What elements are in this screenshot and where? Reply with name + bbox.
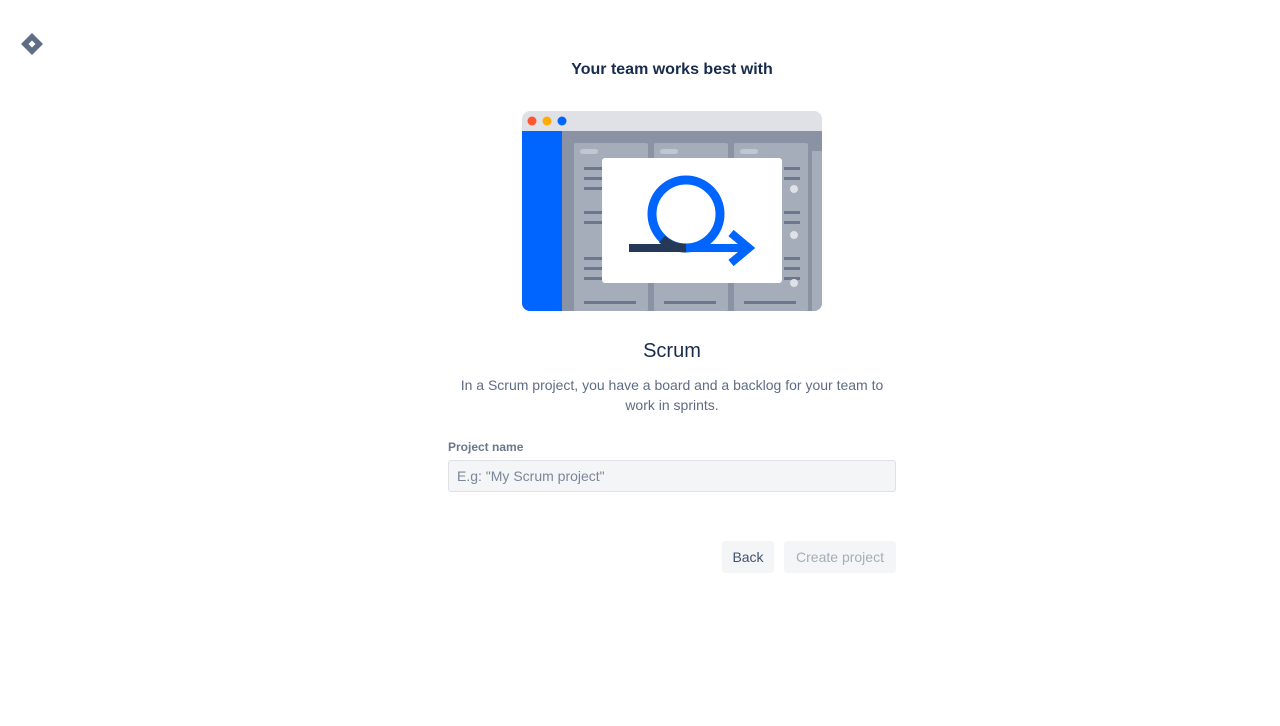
template-description: In a Scrum project, you have a board and… xyxy=(460,377,884,413)
page-title: Your team works best with xyxy=(571,61,773,78)
project-name-input[interactable] xyxy=(448,460,896,492)
template-title: Scrum xyxy=(643,340,701,362)
create-project-button[interactable]: Create project xyxy=(784,541,896,573)
scrum-illustration xyxy=(522,111,822,311)
project-name-label: Project name xyxy=(448,440,524,454)
back-button[interactable]: Back xyxy=(722,541,774,573)
jira-logo-icon[interactable] xyxy=(20,32,44,56)
